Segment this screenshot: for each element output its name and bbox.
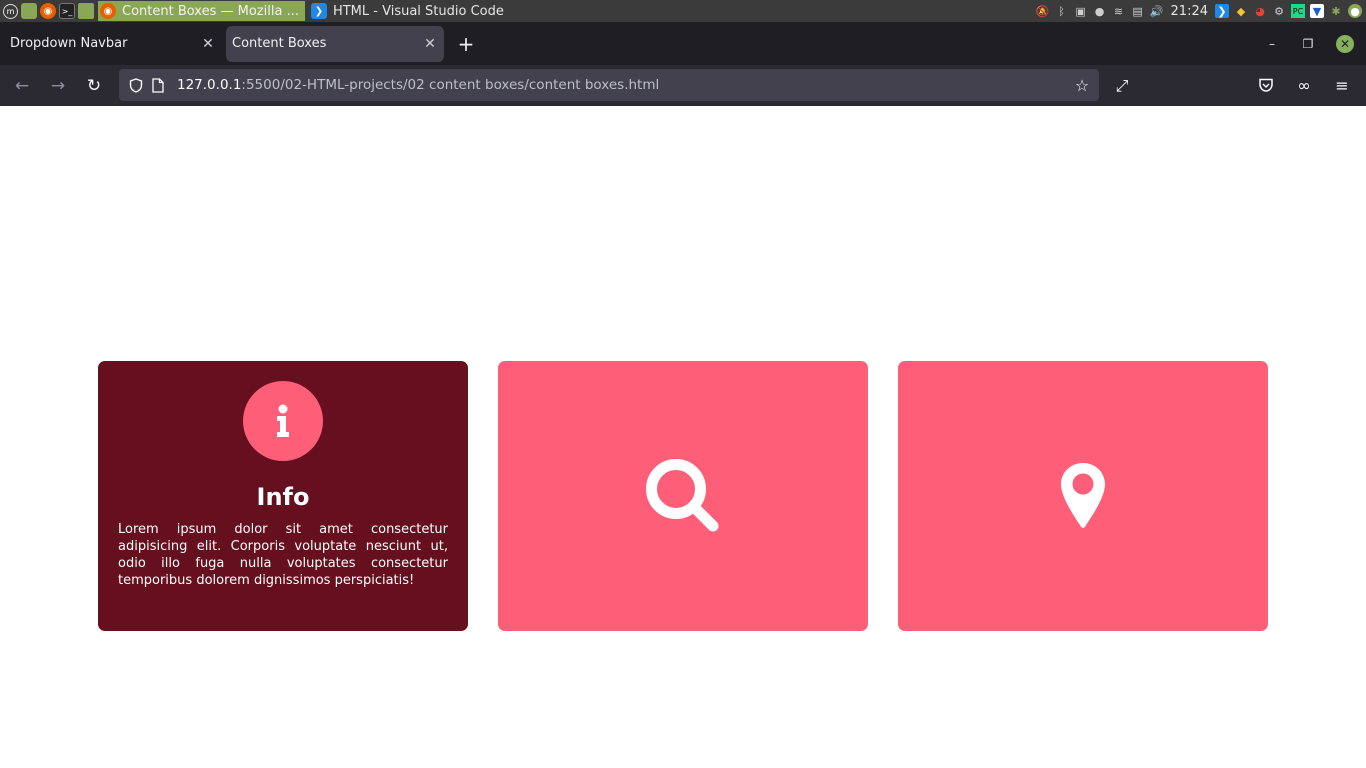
url-host: 127.0.0.1: [177, 77, 242, 93]
url-path: :5500/02-HTML-projects/02 content boxes/…: [241, 77, 660, 93]
vscode-icon: ❯: [310, 3, 327, 19]
shield-icon[interactable]: [127, 76, 145, 94]
clipboard-icon[interactable]: ▤: [1131, 4, 1145, 18]
show-desktop-icon[interactable]: [21, 3, 37, 19]
info-icon-circle: [243, 381, 323, 461]
firefox-icon: ◉: [100, 3, 116, 19]
info-box-text: Lorem ipsum dolor sit amet consectetur a…: [118, 522, 448, 588]
fullscreen-expand-icon[interactable]: ⤢: [1112, 76, 1132, 96]
info-icon: [277, 404, 289, 437]
user-tray-icon[interactable]: ●: [1348, 4, 1362, 18]
bookmark-star-icon[interactable]: ☆: [1073, 76, 1091, 95]
search-icon: [646, 459, 719, 532]
vscode-tray-icon[interactable]: ❯: [1215, 4, 1229, 18]
info-box-title: Info: [256, 483, 310, 511]
pocket-icon[interactable]: [1256, 76, 1276, 96]
forward-arrow-icon[interactable]: →: [44, 72, 72, 100]
tab-strip: Dropdown Navbar ✕ Content Boxes ✕ + – ❐ …: [0, 22, 1366, 65]
close-tab-icon[interactable]: ✕: [422, 36, 438, 52]
tab-title: Dropdown Navbar: [10, 36, 128, 51]
terminal-launcher-icon[interactable]: >_: [59, 3, 75, 19]
download-tray-icon[interactable]: ▼: [1310, 4, 1324, 18]
info-content-box[interactable]: Info Lorem ipsum dolor sit amet consecte…: [98, 361, 468, 631]
pycharm-tray-icon[interactable]: PC: [1291, 4, 1305, 18]
window-close-icon[interactable]: ✕: [1336, 34, 1354, 53]
wifi-icon[interactable]: ≋: [1112, 4, 1126, 18]
page-icon[interactable]: [149, 76, 167, 94]
taskbar-window-label: Content Boxes — Mozilla ...: [122, 3, 299, 19]
restore-icon[interactable]: ❐: [1300, 36, 1316, 52]
minimize-icon[interactable]: –: [1264, 36, 1280, 52]
location-content-box[interactable]: [898, 361, 1268, 631]
private-mask-icon[interactable]: ∞: [1294, 76, 1314, 96]
taskbar-window-firefox[interactable]: ◉ Content Boxes — Mozilla ...: [98, 1, 305, 21]
shield-tray-icon[interactable]: ●: [1093, 4, 1107, 18]
bluetooth-icon[interactable]: ᛒ: [1055, 4, 1069, 18]
tab-title: Content Boxes: [232, 36, 327, 51]
taskbar-window-label: HTML - Visual Studio Code: [332, 3, 504, 19]
navigation-toolbar: ← → ↻ 127.0.0.1:5500/02-HTML-projects/02…: [0, 65, 1366, 106]
hamburger-menu-icon[interactable]: ≡: [1332, 76, 1352, 96]
tab-content-boxes[interactable]: Content Boxes ✕: [226, 25, 444, 62]
page-viewport: Info Lorem ipsum dolor sit amet consecte…: [0, 106, 1366, 768]
firefox-launcher-icon[interactable]: ◉: [40, 3, 56, 19]
search-content-box[interactable]: [498, 361, 868, 631]
clock[interactable]: 21:24: [1171, 4, 1208, 19]
new-tab-plus-icon[interactable]: +: [452, 30, 480, 58]
files-launcher-icon[interactable]: [78, 3, 94, 19]
os-panel: m ◉ >_ ◉ Content Boxes — Mozilla ... ❯ H…: [0, 0, 1366, 22]
back-arrow-icon[interactable]: ←: [8, 72, 36, 100]
tab-dropdown-navbar[interactable]: Dropdown Navbar ✕: [4, 26, 222, 62]
volume-icon[interactable]: 🔊: [1150, 4, 1164, 18]
notifications-off-icon[interactable]: 🔕: [1036, 4, 1050, 18]
network-tray-icon[interactable]: ✱: [1329, 4, 1343, 18]
update-manager-icon[interactable]: ▣: [1074, 4, 1088, 18]
python-tray-icon[interactable]: ◆: [1234, 4, 1248, 18]
url-bar[interactable]: 127.0.0.1:5500/02-HTML-projects/02 conte…: [119, 69, 1099, 101]
mint-menu-icon[interactable]: m: [3, 3, 18, 19]
url-text[interactable]: 127.0.0.1:5500/02-HTML-projects/02 conte…: [177, 77, 659, 93]
settings-tray-icon[interactable]: ⚙: [1272, 4, 1286, 18]
taskbar-window-vscode[interactable]: ❯ HTML - Visual Studio Code: [309, 1, 510, 21]
reload-icon[interactable]: ↻: [80, 72, 108, 100]
close-tab-icon[interactable]: ✕: [200, 36, 216, 52]
location-pin-icon: [1061, 463, 1105, 528]
chrome-tray-icon[interactable]: ◕: [1253, 4, 1267, 18]
